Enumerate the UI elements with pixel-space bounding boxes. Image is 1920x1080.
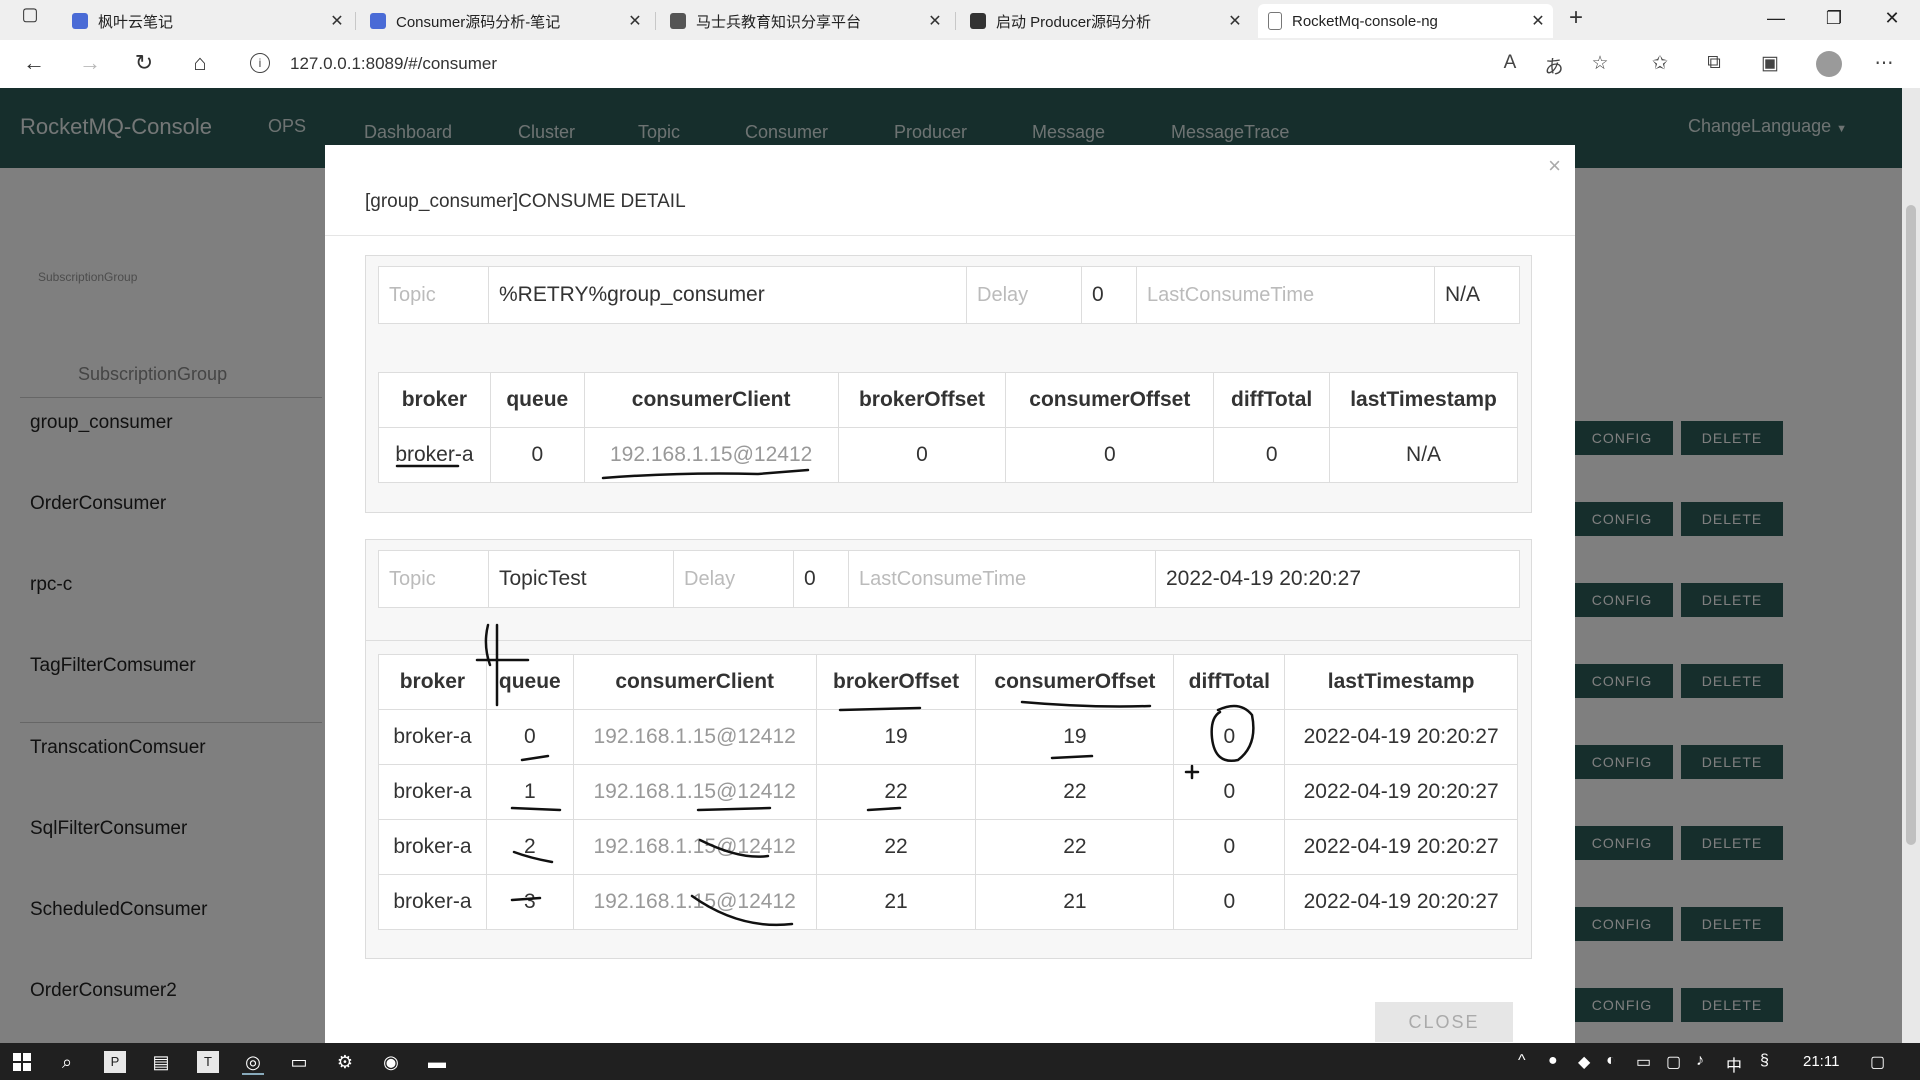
tray-icon[interactable]: ◆ [1578, 1052, 1590, 1072]
network-icon[interactable]: ▢ [1666, 1052, 1681, 1072]
underline-annotation [690, 894, 794, 927]
clock[interactable]: 21:11 [1803, 1053, 1839, 1070]
battery-icon[interactable]: ▭ [1636, 1052, 1651, 1072]
underline-annotation [1020, 700, 1152, 708]
app-icon[interactable]: ◉ [380, 1051, 402, 1073]
circle-annotation [1210, 704, 1255, 762]
underline-annotation [601, 468, 810, 480]
windows-taskbar: ⌕ P ▤ T ◎ ▭ ⚙ ◉ ▬ ^ ● ◆ ◐ ▭ ▢ ♪ 中 § 21:1… [0, 1043, 1920, 1080]
terminal-icon[interactable]: ▬ [426, 1051, 448, 1073]
underline-annotation [696, 806, 772, 812]
underline-annotation [512, 850, 554, 864]
notifications-icon[interactable]: ▢ [1870, 1052, 1885, 1072]
tray-icon[interactable]: § [1760, 1052, 1769, 1070]
chevron-up-icon[interactable]: ^ [1518, 1052, 1526, 1070]
underline-annotation [698, 838, 770, 858]
settings-gear-icon[interactable]: ⚙ [334, 1051, 356, 1073]
underline-annotation [1050, 754, 1094, 760]
ime-indicator[interactable]: 中 [1726, 1052, 1742, 1076]
volume-icon[interactable]: ♪ [1696, 1052, 1704, 1070]
windows-start-icon[interactable] [13, 1053, 31, 1071]
handwritten-four-annotation [475, 623, 530, 707]
microphone-icon[interactable]: ● [1548, 1052, 1558, 1070]
tray-icon[interactable]: ◐ [1606, 1052, 1616, 1070]
underline-annotation [866, 806, 902, 812]
plus-cursor-icon [1184, 764, 1200, 780]
app-icon[interactable]: P [104, 1051, 126, 1073]
hand-drawn-annotations [395, 464, 1255, 927]
underline-annotation [520, 754, 550, 762]
underline-annotation [838, 706, 922, 712]
underline-annotation [510, 806, 562, 812]
app-icon[interactable]: ▤ [150, 1051, 172, 1073]
underline-annotation [510, 896, 542, 902]
folder-icon[interactable]: ▭ [288, 1051, 310, 1073]
edge-browser-icon[interactable]: ◎ [242, 1051, 264, 1075]
search-icon[interactable]: ⌕ [56, 1051, 78, 1073]
app-icon[interactable]: T [197, 1051, 219, 1073]
